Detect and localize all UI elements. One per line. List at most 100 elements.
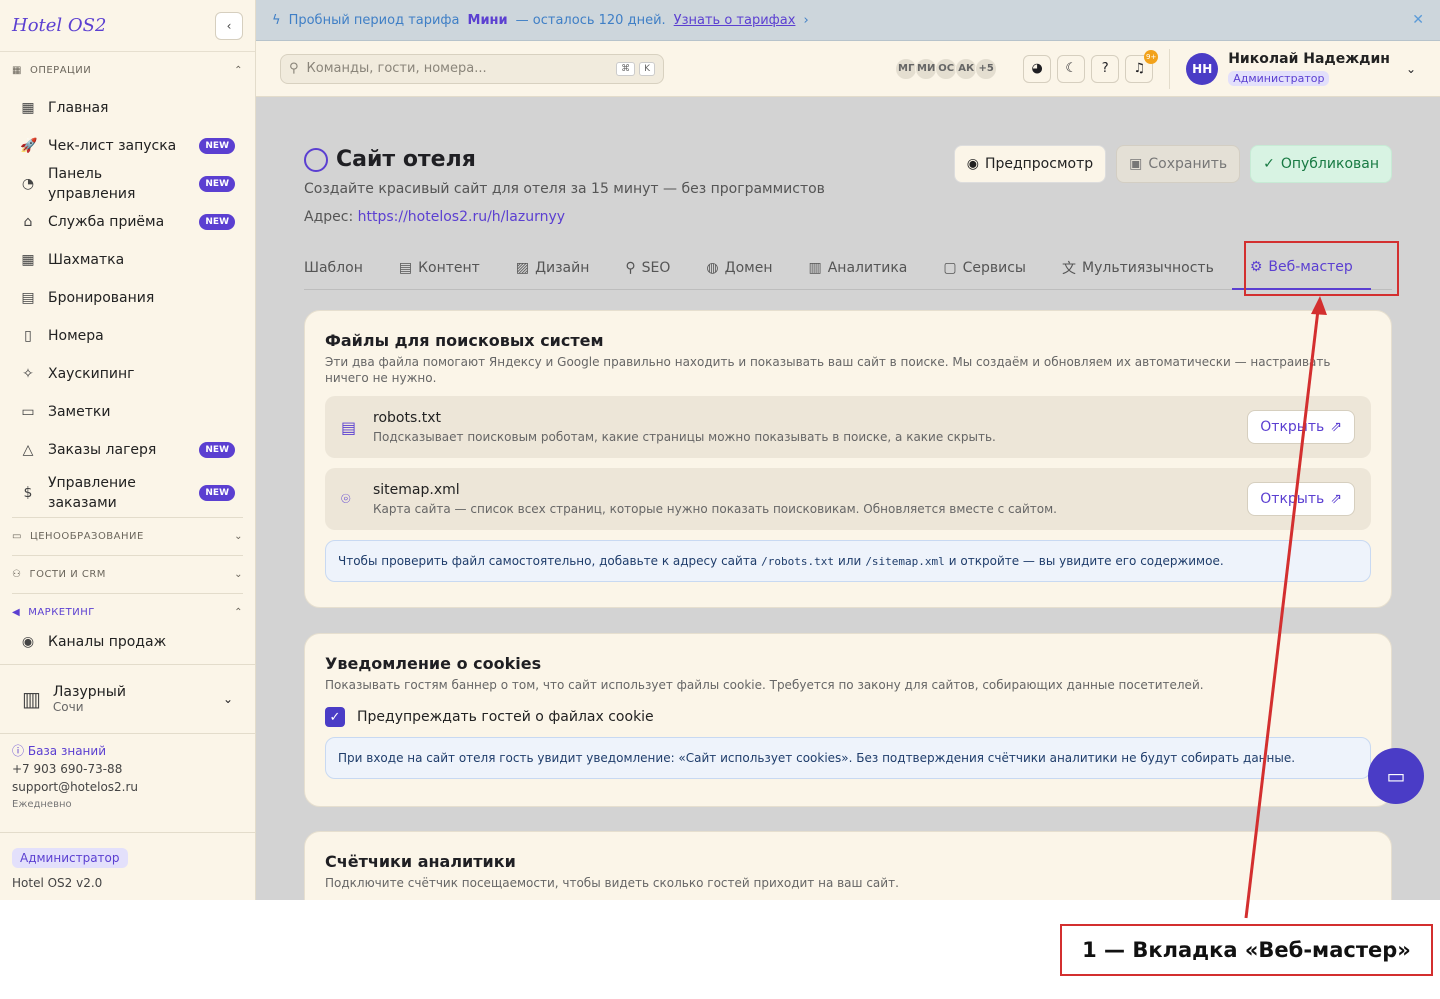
site-address: Адрес: https://hotelos2.ru/h/lazurnyy (304, 209, 565, 225)
file-description: Карта сайта — список всех страниц, котор… (373, 502, 1057, 516)
sidebar-item-front-desk[interactable]: ⌂ Служба приёма NEW (0, 203, 255, 241)
open-robots-button[interactable]: Открыть ⇗ (1247, 410, 1355, 444)
sidebar-item-launch-checklist[interactable]: 🚀 Чек-лист запуска NEW (0, 127, 255, 165)
sidebar-item-label: Хаускипинг (48, 366, 135, 382)
user-name: Николай Надеждин (1228, 51, 1390, 67)
online-users[interactable]: МГ МИ ОС АК +5 (895, 57, 998, 80)
file-text-icon: ▤ (341, 417, 357, 437)
tab-analytics[interactable]: ▥ Аналитика (790, 247, 925, 290)
cookies-info-note: При входе на сайт отеля гость увидит уве… (325, 737, 1371, 779)
trial-banner: ϟ Пробный период тарифа Мини — осталось … (256, 0, 1440, 41)
sidebar-item-dashboard[interactable]: ◔ Панель управления NEW (0, 165, 255, 203)
sidebar-item-housekeeping[interactable]: ✧ Хаускипинг (0, 355, 255, 393)
globe-icon: ◍ (706, 260, 719, 276)
sidebar-item-camp-orders[interactable]: △ Заказы лагеря NEW (0, 431, 255, 469)
palette-icon[interactable]: ◕ (1023, 54, 1052, 83)
section-pricing[interactable]: ▭ ЦЕНООБРАЗОВАНИЕ ⌄ (0, 518, 255, 555)
tab-template[interactable]: Шаблон (304, 247, 381, 290)
tab-services[interactable]: ▢ Сервисы (925, 247, 1044, 290)
knowledge-base-link[interactable]: ⓘ База знаний (12, 742, 138, 760)
page-title-text: Сайт отеля (336, 147, 476, 172)
moon-icon[interactable]: ☾ (1057, 54, 1086, 83)
chevron-down-icon: ⌄ (222, 692, 233, 706)
tab-multilanguage[interactable]: 文 Мультиязычность (1044, 247, 1232, 290)
tab-content[interactable]: ▤ Контент (381, 247, 498, 290)
tab-label: Аналитика (827, 260, 908, 276)
section-guests[interactable]: ⚇ ГОСТИ И CRM ⌄ (0, 556, 255, 593)
sidebar-item-notes[interactable]: ▭ Заметки (0, 393, 255, 431)
open-label: Открыть (1260, 419, 1325, 435)
file-row-robots: ▤ robots.txt Подсказывает поисковым робо… (325, 396, 1371, 458)
command-key: ⌘ (616, 61, 636, 76)
file-name: sitemap.xml (373, 482, 460, 498)
file-info: robots.txt Подсказывает поисковым робота… (373, 410, 996, 444)
search-icon: ⚲ (625, 260, 636, 276)
notification-count: 9+ (1144, 49, 1159, 64)
search-input[interactable]: ⚲ Команды, гости, номера... ⌘ K (280, 53, 664, 84)
image-icon: ▨ (515, 260, 530, 276)
banner-text-before: Пробный период тарифа (288, 12, 460, 28)
sidebar-item-grid[interactable]: ▦ Шахматка (0, 241, 255, 279)
cookie-warning-checkbox-row[interactable]: ✓ Предупреждать гостей о файлах cookie (325, 707, 1371, 727)
section-marketing[interactable]: ◀ МАРКЕТИНГ ⌃ (0, 594, 255, 631)
avatar: МГ (895, 57, 918, 80)
sidebar-item-label: Панель управления (48, 166, 136, 202)
new-badge: NEW (199, 214, 235, 230)
user-menu[interactable]: НН Николай Надеждин Администратор ⌄ (1186, 51, 1416, 86)
chat-button[interactable]: ▭ (1368, 748, 1424, 804)
site-url-link[interactable]: https://hotelos2.ru/h/lazurnyy (358, 209, 565, 225)
tab-seo[interactable]: ⚲ SEO (607, 247, 688, 290)
chat-icon: ▭ (1386, 764, 1406, 788)
main-content: Сайт отеля Создайте красивый сайт для от… (256, 97, 1440, 900)
cookie-warning-checkbox[interactable]: ✓ (325, 707, 345, 727)
save-icon: ▣ (1129, 156, 1143, 172)
chevron-down-icon: ⌄ (1405, 61, 1416, 76)
tab-design[interactable]: ▨ Дизайн (498, 247, 608, 290)
user-info: Николай Надеждин Администратор (1228, 51, 1390, 86)
preview-button[interactable]: ◉ Предпросмотр (953, 145, 1107, 183)
hotel-selector[interactable]: ▥ Лазурный Сочи ⌄ (0, 664, 255, 734)
tab-label: Мультиязычность (1082, 260, 1214, 276)
tariffs-link[interactable]: Узнать о тарифах (674, 13, 796, 28)
map-pin-icon: ⌾ (341, 489, 351, 508)
tab-domain[interactable]: ◍ Домен (688, 247, 790, 290)
support-email[interactable]: support@hotelos2.ru (12, 778, 138, 796)
sidebar-item-bookings[interactable]: ▤ Бронирования (0, 279, 255, 317)
checkbox-label: Предупреждать гостей о файлах cookie (357, 709, 654, 725)
support-phone[interactable]: +7 903 690-73-88 (12, 760, 138, 778)
collapse-sidebar-button[interactable]: ‹ (215, 11, 243, 40)
tab-label: SEO (641, 260, 671, 276)
sidebar-item-rooms[interactable]: ▯ Номера (0, 317, 255, 355)
chevron-down-icon: ⌄ (234, 569, 243, 580)
published-button[interactable]: ✓ Опубликован (1250, 145, 1392, 183)
topbar: ⚲ Команды, гости, номера... ⌘ K МГ МИ ОС… (256, 41, 1440, 97)
save-label: Сохранить (1148, 156, 1228, 172)
card-icon: ▭ (12, 531, 22, 542)
door-icon: ▯ (24, 328, 32, 344)
broadcast-icon: ◉ (21, 634, 35, 650)
save-button[interactable]: ▣ Сохранить (1116, 145, 1241, 183)
note-icon: ▭ (21, 404, 35, 420)
sidebar-item-order-management[interactable]: $ Управление заказами NEW (0, 469, 255, 517)
sidebar-item-label: Управление заказами (48, 475, 136, 511)
page-actions: ◉ Предпросмотр ▣ Сохранить ✓ Опубликован (953, 145, 1392, 183)
bell-icon[interactable]: ♫ 9+ (1125, 49, 1159, 83)
section-operations-label: ОПЕРАЦИИ (29, 65, 92, 76)
support-block: ⓘ База знаний +7 903 690-73-88 support@h… (12, 742, 138, 814)
file-description: Подсказывает поисковым роботам, какие ст… (373, 430, 996, 444)
avatar: МИ (915, 57, 938, 80)
open-sitemap-button[interactable]: Открыть ⇗ (1247, 482, 1355, 516)
sidebar-item-sales-channels[interactable]: ◉ Каналы продаж (0, 631, 255, 653)
sidebar-item-home[interactable]: ▦ Главная (0, 89, 255, 127)
help-icon[interactable]: ? (1091, 54, 1120, 83)
info-text: Чтобы проверить файл самостоятельно, доб… (338, 554, 758, 568)
eye-icon: ◉ (966, 156, 979, 172)
search-icon: ⚲ (289, 61, 299, 76)
close-icon[interactable]: ✕ (1412, 12, 1424, 28)
section-operations[interactable]: ▦ ОПЕРАЦИИ ⌃ (0, 52, 255, 89)
tab-label: Контент (418, 260, 480, 276)
search-placeholder: Команды, гости, номера... (306, 61, 487, 76)
gauge-icon: ◔ (21, 176, 35, 192)
sidebar-item-label: Главная (48, 100, 109, 116)
info-text: и откройте — вы увидите его содержимое. (948, 554, 1224, 568)
